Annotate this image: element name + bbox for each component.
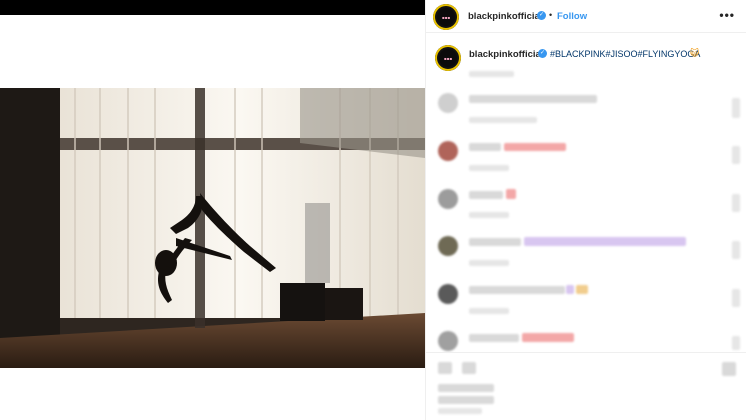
comment-blurred	[566, 285, 574, 294]
comment-avatar-blurred	[438, 236, 458, 256]
post-side-panel: ▪▪▪ blackpinkofficial ✓ • Follow ••• ▪▪▪…	[425, 0, 746, 420]
comment-meta-blurred	[469, 308, 509, 314]
comment-avatar-blurred	[438, 141, 458, 161]
media-top-bar	[0, 0, 425, 15]
comment-blurred	[524, 237, 686, 246]
actions-divider	[426, 352, 746, 353]
comment-meta-blurred	[469, 260, 509, 266]
like-button-blurred[interactable]	[438, 362, 452, 374]
media-pane	[0, 0, 425, 420]
comment-blurred	[504, 143, 566, 151]
header-username[interactable]: blackpinkofficial	[468, 11, 542, 22]
comment-meta-blurred	[469, 165, 509, 171]
caption-hashtags[interactable]: #BLACKPINK#JISOO#FLYINGYOGA	[550, 49, 700, 59]
comment-blurred	[469, 191, 503, 199]
comment-blurred	[469, 238, 521, 246]
comment-avatar-blurred	[438, 331, 458, 351]
aerial-yoga-photo	[0, 88, 425, 368]
profile-avatar[interactable]: ▪▪▪	[433, 4, 459, 30]
avatar-logo-icon: ▪▪▪	[443, 55, 453, 61]
header-separator: •	[549, 10, 553, 20]
comment-blurred	[469, 143, 501, 151]
comment-avatar-blurred	[438, 189, 458, 209]
like-icon-blurred	[732, 241, 740, 259]
comment-meta-blurred	[469, 117, 537, 123]
comment-blurred	[469, 95, 597, 103]
like-icon-blurred	[732, 336, 740, 350]
comment-blurred	[576, 285, 588, 294]
post-header: ▪▪▪ blackpinkofficial ✓ • Follow •••	[426, 0, 746, 33]
comment-blurred	[506, 189, 516, 199]
comment-blurred	[469, 334, 519, 342]
save-button-blurred[interactable]	[722, 362, 736, 376]
caption-avatar[interactable]: ▪▪▪	[435, 45, 461, 71]
caption-emoji: 😺	[690, 48, 700, 58]
like-icon-blurred	[732, 146, 740, 164]
caption-username[interactable]: blackpinkofficial	[469, 49, 543, 60]
caption-timestamp-blurred	[469, 71, 514, 77]
likes-count-blurred	[438, 384, 494, 392]
post-photo[interactable]	[0, 88, 425, 368]
comment-avatar-blurred	[438, 93, 458, 113]
comment-blurred	[469, 286, 565, 294]
avatar-logo-icon: ▪▪▪	[441, 14, 451, 20]
instagram-post: ▪▪▪ blackpinkofficial ✓ • Follow ••• ▪▪▪…	[0, 0, 746, 420]
more-options-icon[interactable]: •••	[719, 8, 735, 22]
like-icon-blurred	[732, 98, 740, 118]
comment-avatar-blurred	[438, 284, 458, 304]
follow-button[interactable]: Follow	[557, 11, 587, 22]
verified-badge-icon: ✓	[538, 49, 547, 58]
comment-blurred	[522, 333, 574, 342]
verified-badge-icon: ✓	[537, 11, 546, 20]
comment-button-blurred[interactable]	[462, 362, 476, 374]
like-icon-blurred	[732, 289, 740, 307]
comment-meta-blurred	[469, 212, 509, 218]
likes-count-blurred	[438, 396, 494, 404]
like-icon-blurred	[732, 194, 740, 212]
post-date-blurred	[438, 408, 482, 414]
